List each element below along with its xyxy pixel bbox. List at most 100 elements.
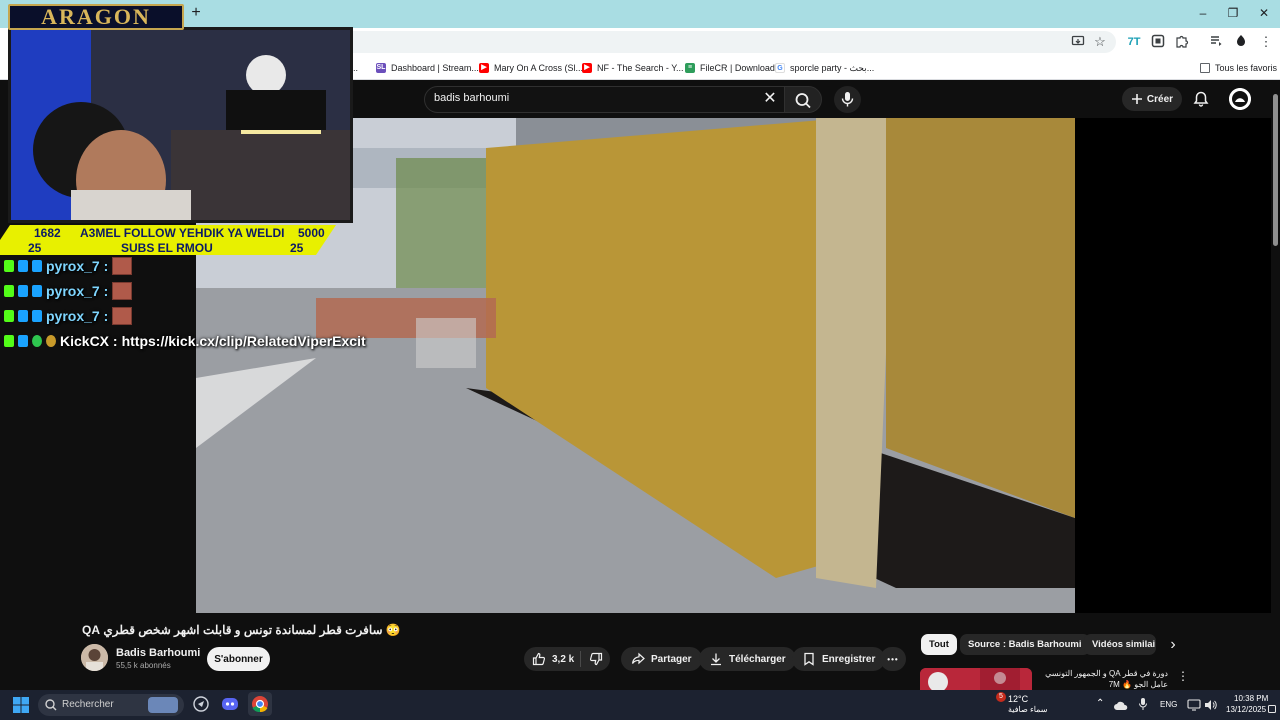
discord-icon[interactable] <box>221 695 239 713</box>
search-highlight-icon <box>148 697 178 713</box>
account-avatar[interactable] <box>1229 88 1251 110</box>
related-video-title[interactable]: دورة في قطر QA و الجمهور التونسي عامل ال… <box>1036 668 1168 690</box>
dislike-button[interactable] <box>583 647 609 671</box>
notifications-tray-icon[interactable] <box>1268 700 1276 713</box>
clock-date[interactable]: 13/12/2025 <box>1226 705 1266 714</box>
gift-badge-icon <box>32 260 42 272</box>
bookmark-item[interactable]: ▶ NF - The Search - Y... <box>582 60 684 76</box>
chip-related-videos[interactable]: Vidéos similai <box>1084 634 1156 655</box>
install-app-icon[interactable] <box>1070 34 1086 50</box>
share-button[interactable]: Partager <box>621 647 702 671</box>
restore-button[interactable]: ❐ <box>1222 4 1244 22</box>
search-icon <box>795 93 811 109</box>
weather-temperature: 12°C <box>1008 694 1029 704</box>
related-more-icon[interactable]: ⋮ <box>1176 669 1190 685</box>
channel-avatar[interactable] <box>81 644 108 671</box>
youtube-icon: ▶ <box>582 63 592 73</box>
page-scrollbar-thumb[interactable] <box>1273 94 1278 246</box>
search-icon <box>45 699 57 711</box>
weather-alert-badge: 5 <box>996 692 1006 702</box>
like-separator <box>580 651 581 667</box>
plus-icon <box>1131 94 1142 104</box>
close-window-button[interactable]: ✕ <box>1253 4 1275 22</box>
share-arrow-icon <box>631 652 645 665</box>
windows-start-icon[interactable] <box>12 696 30 714</box>
channel-logo: ARAGON <box>8 4 184 30</box>
subscriber-badge-icon <box>18 335 28 347</box>
browser-menu-icon[interactable]: ⋮ <box>1258 34 1274 50</box>
extensions-puzzle-icon[interactable] <box>1174 34 1190 50</box>
gift-badge-icon <box>32 285 42 297</box>
chevron-right-icon[interactable]: › <box>1164 636 1182 654</box>
youtube-icon: ▶ <box>479 63 489 73</box>
extension-square-icon[interactable] <box>1150 34 1166 50</box>
new-tab-button[interactable]: + <box>188 4 204 22</box>
subscriber-goal-bar: 1682 A3MEL FOLLOW YEHDIK YA WELDI 5000 2… <box>0 225 336 255</box>
bookmark-item[interactable]: ▶ Mary On A Cross (Sl... <box>479 60 583 76</box>
channel-name[interactable]: Badis Barhoumi <box>116 647 200 659</box>
google-icon: G <box>775 63 785 73</box>
more-actions-button[interactable]: ••• <box>880 647 906 671</box>
tray-expand-icon[interactable]: ⌃ <box>1096 698 1104 709</box>
clock-time[interactable]: 10:38 PM <box>1234 694 1268 703</box>
save-button[interactable]: Enregistrer <box>792 647 886 671</box>
extension-7tv-icon[interactable]: 7T <box>1126 34 1142 50</box>
folder-icon <box>1200 63 1210 73</box>
chat-message: pyrox_7 : <box>4 255 133 277</box>
download-button[interactable]: Télécharger <box>699 647 796 671</box>
minimize-button[interactable]: – <box>1192 4 1214 22</box>
subscriber-count: 55,5 k abonnés <box>116 661 171 670</box>
search-query-text: badis barhoumi <box>434 92 510 104</box>
subscriber-badge-icon <box>18 260 28 272</box>
task-view-icon[interactable] <box>192 695 210 713</box>
input-language[interactable]: ENG <box>1160 700 1177 709</box>
kick-badge-icon <box>4 285 14 297</box>
video-side-blank <box>1075 118 1271 613</box>
search-button[interactable] <box>784 86 822 113</box>
chat-emote-image <box>112 307 133 325</box>
chat-emote-image <box>112 282 133 300</box>
address-bar[interactable] <box>340 31 1116 53</box>
chip-all[interactable]: Tout <box>921 634 957 655</box>
bookmark-star-icon[interactable]: ☆ <box>1092 34 1108 50</box>
subscriber-badge-icon <box>18 310 28 322</box>
subscribe-button[interactable]: S'abonner <box>207 647 270 671</box>
related-video-thumbnail[interactable] <box>920 668 1032 690</box>
voice-search-button[interactable] <box>834 86 861 113</box>
clear-search-icon[interactable]: ✕ <box>762 90 778 108</box>
all-bookmarks-folder[interactable]: Tous les favoris <box>1200 60 1277 76</box>
bookmark-item[interactable]: ≡ FileCR | Download <box>685 60 775 76</box>
verified-badge-icon <box>32 335 42 347</box>
kick-badge-icon <box>4 260 14 272</box>
like-button[interactable]: 3,2 k <box>526 647 580 671</box>
media-controls-icon[interactable] <box>1208 34 1224 50</box>
weather-description: سماء صافية <box>1008 705 1048 714</box>
notifications-bell-icon[interactable] <box>1192 90 1210 108</box>
onedrive-cloud-icon[interactable] <box>1114 698 1128 710</box>
subs-target: 25 <box>290 241 304 255</box>
profile-icon[interactable] <box>1233 34 1249 50</box>
network-icon[interactable] <box>1187 698 1201 711</box>
thumbs-up-icon <box>532 652 546 666</box>
goal-target: 5000 <box>298 226 325 240</box>
volume-icon[interactable] <box>1204 698 1218 710</box>
bookmark-item[interactable]: SL Dashboard | Stream... <box>376 60 479 76</box>
subs-current: 25 <box>28 241 42 255</box>
webcam-overlay <box>8 27 353 223</box>
bot-badge-icon <box>46 335 56 347</box>
subscriber-badge-icon <box>18 285 28 297</box>
goal-current: 1682 <box>34 226 61 240</box>
streamelements-icon: SL <box>376 63 386 73</box>
filecr-icon: ≡ <box>685 63 695 73</box>
thumbs-down-icon <box>589 652 603 666</box>
microphone-tray-icon[interactable] <box>1138 697 1148 711</box>
download-icon <box>711 653 721 666</box>
microphone-icon <box>841 92 854 107</box>
chat-message: pyrox_7 : <box>4 280 133 302</box>
chrome-taskbar-icon[interactable] <box>248 692 272 716</box>
chip-source-channel[interactable]: Source : Badis Barhoumi <box>960 634 1090 655</box>
chat-message: pyrox_7 : <box>4 305 133 327</box>
taskbar-search-placeholder: Rechercher <box>62 699 114 710</box>
bookmark-item[interactable]: Gsporcle party - بحث... <box>775 60 874 76</box>
create-button[interactable]: Créer <box>1122 87 1182 111</box>
